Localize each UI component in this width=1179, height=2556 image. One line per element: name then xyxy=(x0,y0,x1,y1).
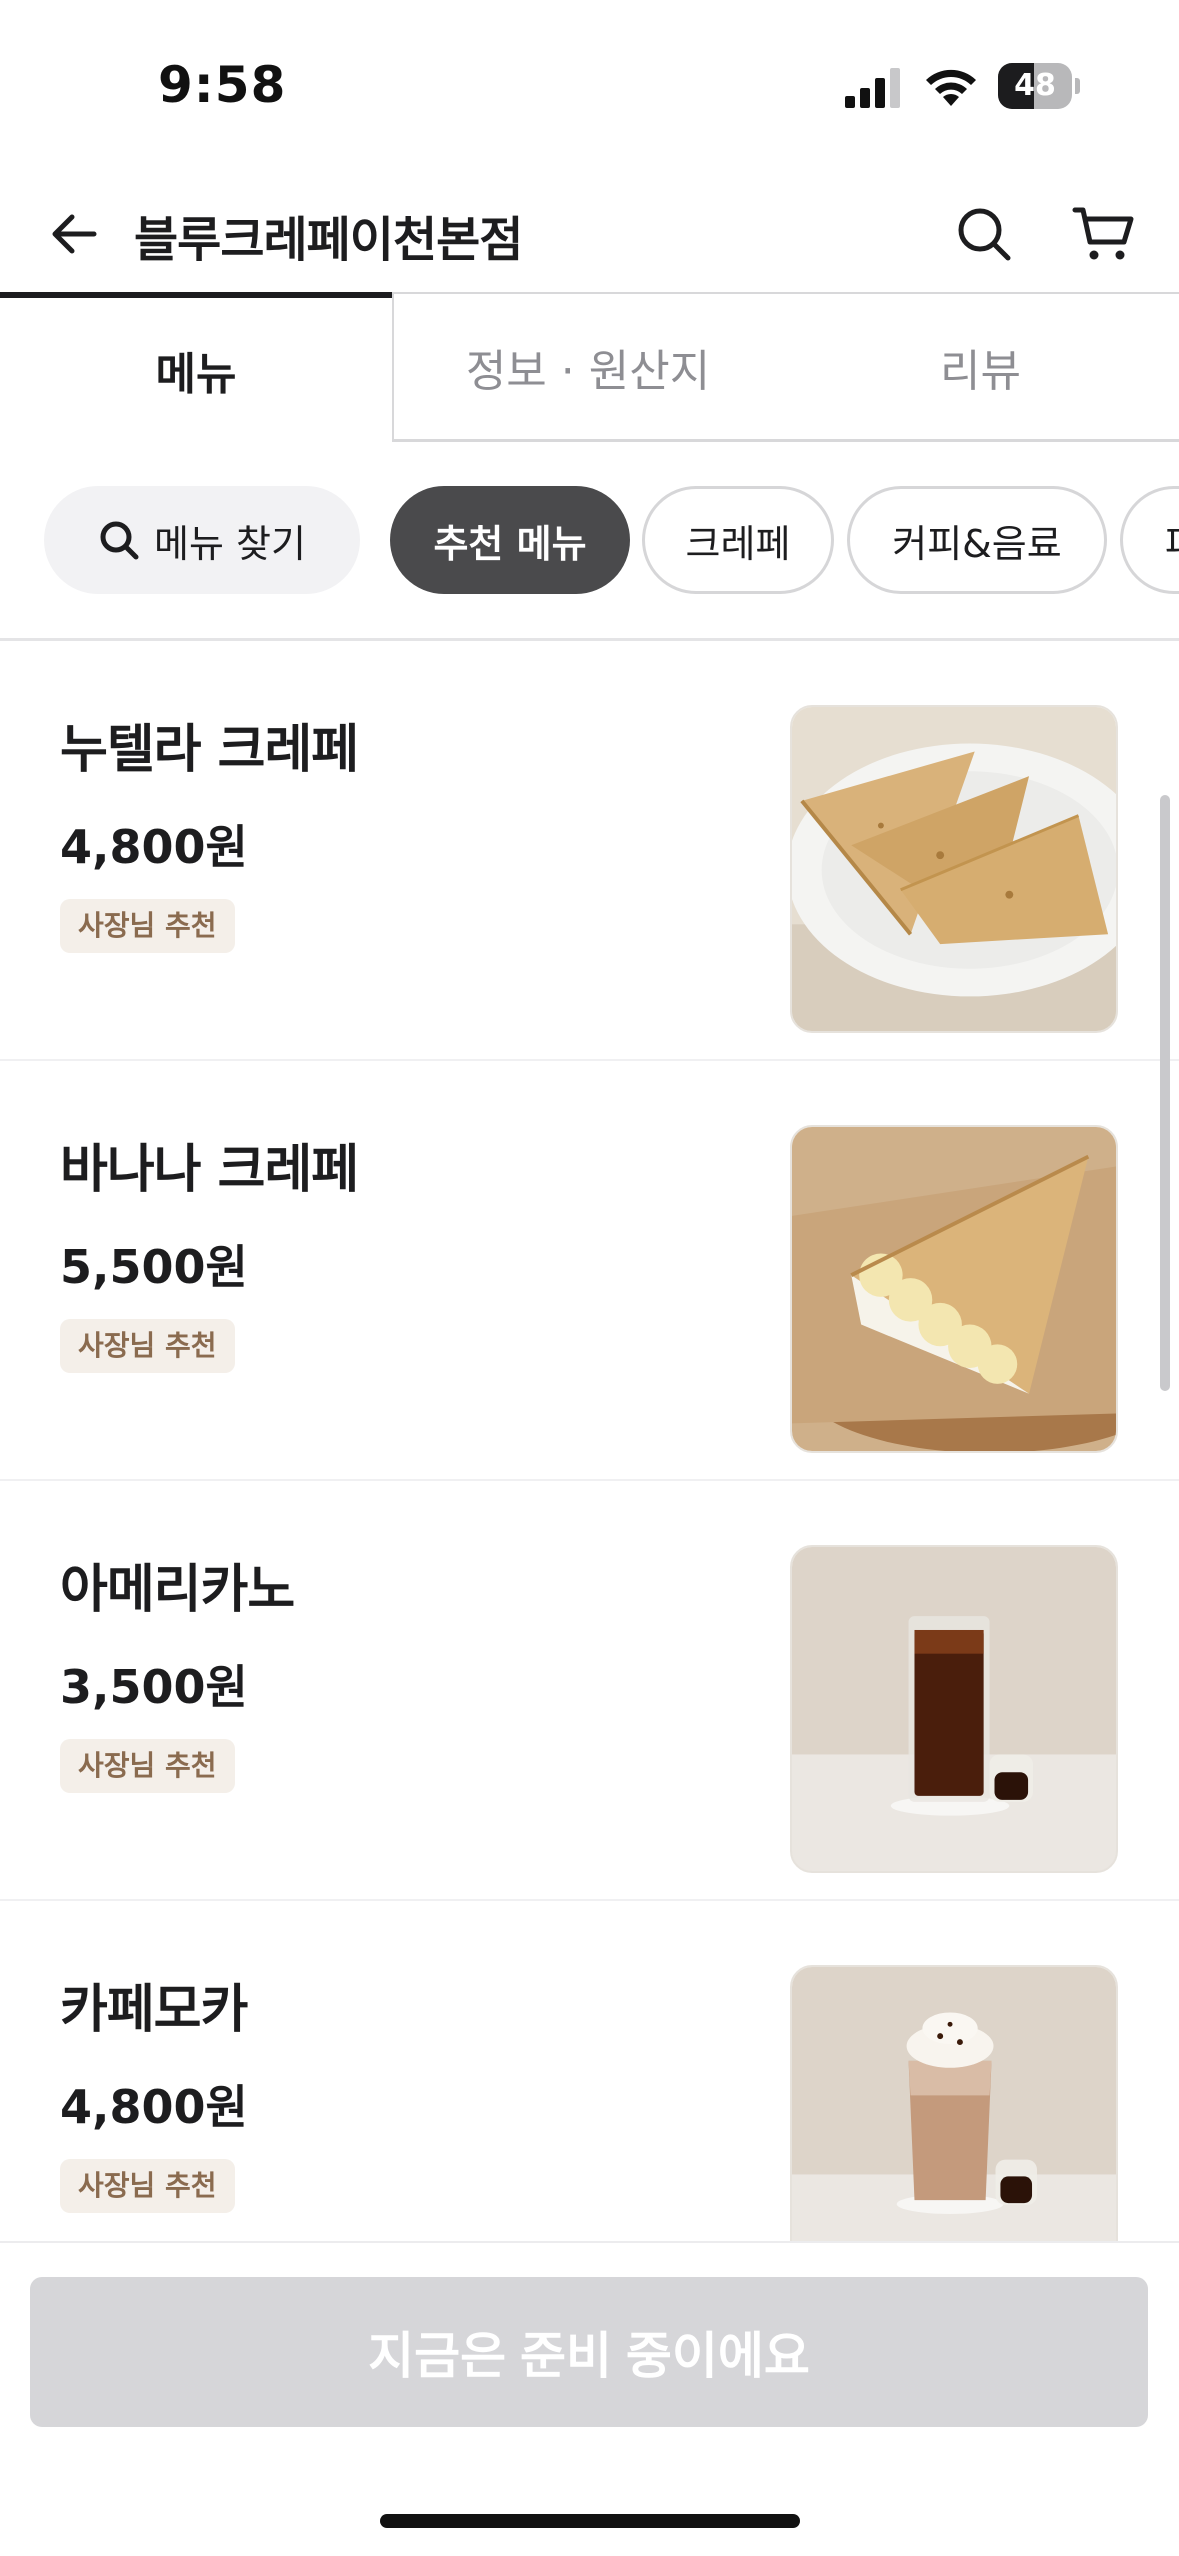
bottom-action-bar: 지금은 준비 중이에요 xyxy=(0,2241,1179,2556)
home-indicator[interactable] xyxy=(380,2514,800,2528)
folded-crepes-photo xyxy=(792,707,1116,1031)
store-header: 블루크레페이천본점 xyxy=(0,170,1179,300)
menu-item[interactable]: 바나나 크레페 5,500원 사장님 추천 xyxy=(0,1061,1179,1481)
owner-recommend-badge: 사장님 추천 xyxy=(60,899,235,953)
menu-item-price: 4,800원 xyxy=(60,820,248,874)
owner-recommend-badge: 사장님 추천 xyxy=(60,1319,235,1373)
battery-percentage: 48 xyxy=(1014,68,1056,103)
wifi-icon xyxy=(926,69,976,106)
menu-search-label: 메뉴 찾기 xyxy=(154,521,306,566)
menu-item-name: 카페모카 xyxy=(60,1980,248,2040)
cellular-signal-icon xyxy=(845,68,900,108)
banana-crepe-photo xyxy=(792,1127,1116,1451)
menu-item-name: 누텔라 크레페 xyxy=(60,720,359,780)
preparing-order-button[interactable]: 지금은 준비 중이에요 xyxy=(30,2277,1148,2427)
category-chips: 메뉴 찾기 추천 메뉴 크레페 커피&음료 파 xyxy=(0,486,1179,598)
menu-item[interactable]: 아메리카노 3,500원 사장님 추천 xyxy=(0,1481,1179,1901)
menu-item-price: 5,500원 xyxy=(60,1240,248,1294)
status-bar: 9:58 48 xyxy=(0,0,1179,150)
store-title: 블루크레페이천본점 xyxy=(134,212,523,268)
search-button[interactable] xyxy=(946,196,1022,272)
owner-recommend-badge: 사장님 추천 xyxy=(60,2159,235,2213)
cart-icon xyxy=(1072,207,1134,260)
search-icon xyxy=(100,521,139,560)
menu-search-chip[interactable]: 메뉴 찾기 xyxy=(44,486,360,594)
menu-item-photo xyxy=(790,705,1118,1033)
battery-icon: 48 xyxy=(998,63,1080,109)
tab-review[interactable]: 리뷰 xyxy=(782,292,1179,442)
menu-item-photo xyxy=(790,1125,1118,1453)
menu-item-price: 4,800원 xyxy=(60,2080,248,2134)
chip-recommended[interactable]: 추천 메뉴 xyxy=(390,486,630,594)
menu-list: 누텔라 크레페 4,800원 사장님 추천 바나나 크레페 5,500원 사장님… xyxy=(0,641,1179,2241)
menu-item-name: 아메리카노 xyxy=(60,1560,295,1620)
cart-button[interactable] xyxy=(1064,196,1144,272)
chip-crepe[interactable]: 크레페 xyxy=(642,486,834,594)
menu-item-photo xyxy=(790,1965,1118,2241)
screen: 9:58 48 블루크레페이천본점 메뉴 정보 · 원산지 리뷰 메뉴 찾기 추… xyxy=(0,0,1179,2556)
scrollbar[interactable] xyxy=(1160,795,1170,1391)
chip-coffee-drinks[interactable]: 커피&음료 xyxy=(847,486,1107,594)
iced-americano-photo xyxy=(792,1547,1116,1871)
tab-menu[interactable]: 메뉴 xyxy=(0,292,392,442)
owner-recommend-badge: 사장님 추천 xyxy=(60,1739,235,1793)
menu-item[interactable]: 카페모카 4,800원 사장님 추천 xyxy=(0,1901,1179,2241)
back-button[interactable] xyxy=(36,196,112,272)
menu-item-photo xyxy=(790,1545,1118,1873)
chip-partial[interactable]: 파 xyxy=(1120,486,1179,594)
menu-item-price: 3,500원 xyxy=(60,1660,248,1714)
store-tabs: 메뉴 정보 · 원산지 리뷰 xyxy=(0,292,1179,442)
search-icon xyxy=(958,208,1011,261)
back-arrow-icon xyxy=(52,214,97,254)
status-time: 9:58 xyxy=(158,56,287,114)
menu-item-name: 바나나 크레페 xyxy=(60,1140,359,1200)
iced-mocha-photo xyxy=(792,1967,1116,2241)
menu-item[interactable]: 누텔라 크레페 4,800원 사장님 추천 xyxy=(0,641,1179,1061)
tab-info-origin[interactable]: 정보 · 원산지 xyxy=(392,292,782,442)
